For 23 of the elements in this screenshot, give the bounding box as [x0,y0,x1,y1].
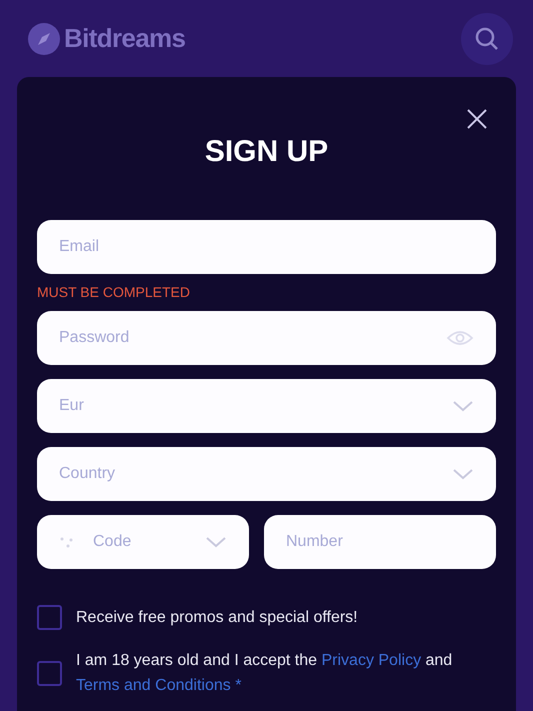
chevron-down-icon [205,536,227,548]
consent-link[interactable]: * [230,677,242,694]
checkbox[interactable] [37,660,62,686]
search-icon [474,26,500,52]
select-field[interactable]: Country [37,447,496,501]
consent-link[interactable]: Privacy Policy [321,652,422,669]
consent-text: Receive free promos and special offers! [76,608,359,628]
consent-link[interactable]: Terms and Conditions [76,677,231,694]
select-field[interactable]: Eur [37,379,496,433]
input-field[interactable]: Password [37,311,496,365]
error-message: MUST BE COMPLETED [37,283,191,302]
chevron-down-icon [452,400,474,412]
checkbox[interactable] [37,605,62,630]
close-icon [466,108,488,130]
input-field[interactable]: Number [264,515,496,569]
input-field[interactable]: Email [37,220,496,274]
brand-name: Bitdreams [64,22,186,55]
code-select[interactable]: Code [37,515,249,569]
eye-icon [446,330,474,346]
chevron-down-icon [452,468,474,480]
modal-title: SIGN UP [204,134,328,170]
consent-text: I am 18 years old and I accept the Privacy Policy and Terms and Conditions * [76,651,454,696]
search-button[interactable] [461,12,513,64]
